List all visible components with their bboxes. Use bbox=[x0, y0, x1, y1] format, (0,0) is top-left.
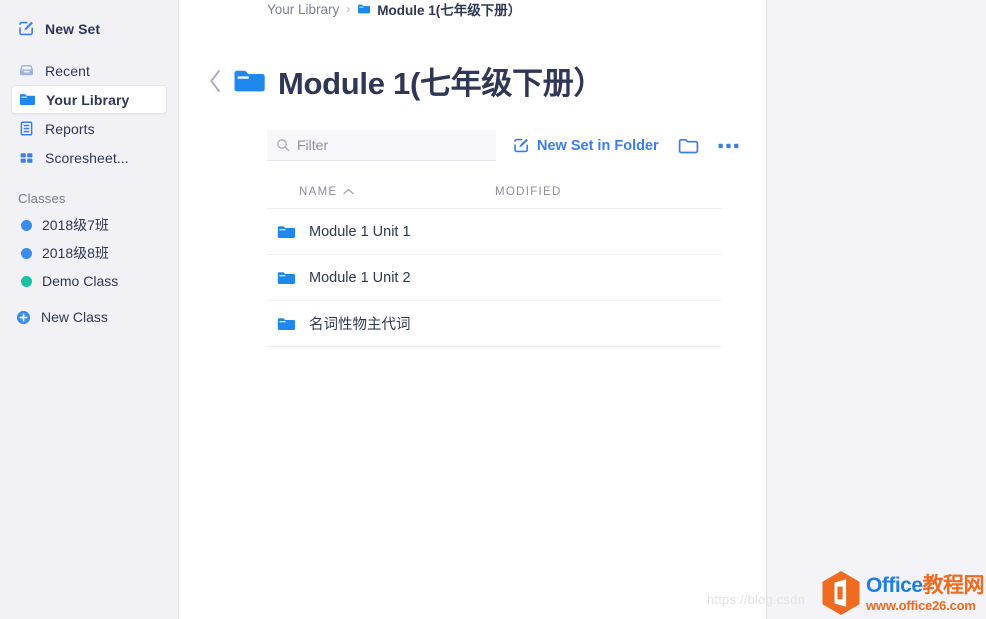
sidebar-item-your-library[interactable]: Your Library bbox=[11, 85, 167, 114]
sidebar-item-label: New Set bbox=[45, 20, 101, 37]
application-window: New Set Recent Your Library Reports Scor… bbox=[0, 0, 986, 619]
folder-icon bbox=[277, 224, 296, 240]
chevron-left-icon[interactable] bbox=[209, 69, 222, 93]
folder-contents-table: NAME MODIFIED Module 1 Unit 1 Module 1 U… bbox=[267, 183, 722, 347]
row-name: Module 1 Unit 2 bbox=[309, 269, 411, 286]
class-label: 2018级7班 bbox=[42, 217, 109, 233]
grid-squares-icon bbox=[18, 149, 35, 166]
breadcrumb-root-link[interactable]: Your Library bbox=[267, 2, 339, 17]
page-title: Module 1(七年级下册） bbox=[278, 66, 605, 101]
csdn-watermark: https://blog.csdn bbox=[707, 592, 806, 607]
new-class-label: New Class bbox=[41, 309, 108, 325]
folder-icon bbox=[19, 91, 36, 108]
breadcrumb-separator: › bbox=[346, 2, 351, 16]
ellipsis-icon[interactable] bbox=[718, 143, 740, 149]
office-watermark: Office教程网 www.office26.com bbox=[820, 570, 985, 616]
plus-circle-icon bbox=[16, 309, 31, 326]
content-toolbar: New Set in Folder bbox=[267, 130, 739, 161]
sidebar-class-item-2[interactable]: 2018级8班 bbox=[11, 239, 167, 267]
new-set-in-folder-button[interactable]: New Set in Folder bbox=[513, 137, 659, 154]
folder-outline-icon[interactable] bbox=[678, 137, 699, 155]
table-header-row: NAME MODIFIED bbox=[267, 183, 722, 209]
sidebar-item-label: Reports bbox=[45, 120, 95, 137]
sidebar-item-label: Recent bbox=[45, 62, 90, 79]
search-input[interactable] bbox=[297, 137, 487, 153]
breadcrumb-folder-icon bbox=[357, 3, 371, 15]
folder-icon bbox=[277, 270, 296, 286]
sidebar: New Set Recent Your Library Reports Scor… bbox=[0, 0, 179, 619]
sidebar-item-new-set[interactable]: New Set bbox=[11, 14, 167, 43]
class-color-dot bbox=[21, 219, 32, 231]
new-set-in-folder-label: New Set in Folder bbox=[537, 137, 659, 154]
class-label: 2018级8班 bbox=[42, 245, 109, 261]
row-name: 名词性物主代词 bbox=[309, 317, 411, 333]
main-content: Your Library › Module 1(七年级下册） Module 1(… bbox=[179, 0, 767, 619]
sidebar-section-classes: Classes bbox=[18, 191, 66, 206]
class-color-dot bbox=[21, 247, 32, 259]
office-url: www.office26.com bbox=[866, 597, 976, 613]
breadcrumb-current: Module 1(七年级下册） bbox=[377, 3, 522, 18]
row-name: Module 1 Unit 1 bbox=[309, 223, 411, 240]
sidebar-class-item-1[interactable]: 2018级7班 bbox=[11, 211, 167, 239]
edit-square-icon bbox=[513, 137, 530, 154]
office-logo-icon bbox=[820, 570, 862, 616]
column-header-modified[interactable]: MODIFIED bbox=[495, 186, 562, 198]
table-row[interactable]: Module 1 Unit 2 bbox=[267, 255, 722, 301]
filter-field[interactable] bbox=[267, 130, 496, 161]
search-icon bbox=[276, 138, 290, 152]
archive-tray-icon bbox=[18, 62, 35, 79]
edit-square-icon bbox=[18, 20, 35, 37]
sidebar-item-label: Scoresheet... bbox=[45, 149, 129, 166]
sidebar-class-item-3[interactable]: Demo Class bbox=[11, 267, 167, 295]
chevron-up-icon bbox=[343, 188, 355, 195]
folder-icon bbox=[277, 316, 296, 332]
class-label: Demo Class bbox=[42, 273, 119, 289]
sidebar-item-reports[interactable]: Reports bbox=[11, 114, 167, 143]
office-brand-cn: 教程网 bbox=[922, 573, 985, 597]
office-brand-en: Office bbox=[866, 573, 923, 597]
office-brand-line: Office教程网 bbox=[866, 573, 985, 597]
right-panel bbox=[767, 0, 986, 619]
column-header-name-label: NAME bbox=[299, 185, 338, 198]
class-color-dot bbox=[21, 275, 32, 287]
open-folder-icon bbox=[233, 67, 266, 95]
sidebar-item-recent[interactable]: Recent bbox=[11, 56, 167, 85]
sidebar-item-label: Your Library bbox=[46, 91, 130, 108]
sidebar-item-scoresheet[interactable]: Scoresheet... bbox=[11, 143, 167, 172]
office-watermark-text: Office教程网 www.office26.com bbox=[866, 573, 985, 613]
table-row[interactable]: Module 1 Unit 1 bbox=[267, 209, 722, 255]
page-header: Module 1(七年级下册） bbox=[179, 58, 766, 103]
sidebar-item-new-class[interactable]: New Class bbox=[11, 303, 167, 331]
report-list-icon bbox=[18, 120, 35, 137]
table-row[interactable]: 名词性物主代词 bbox=[267, 301, 722, 347]
column-header-modified-label: MODIFIED bbox=[495, 185, 562, 198]
column-header-name[interactable]: NAME bbox=[267, 186, 495, 198]
breadcrumb: Your Library › Module 1(七年级下册） bbox=[179, 0, 766, 20]
